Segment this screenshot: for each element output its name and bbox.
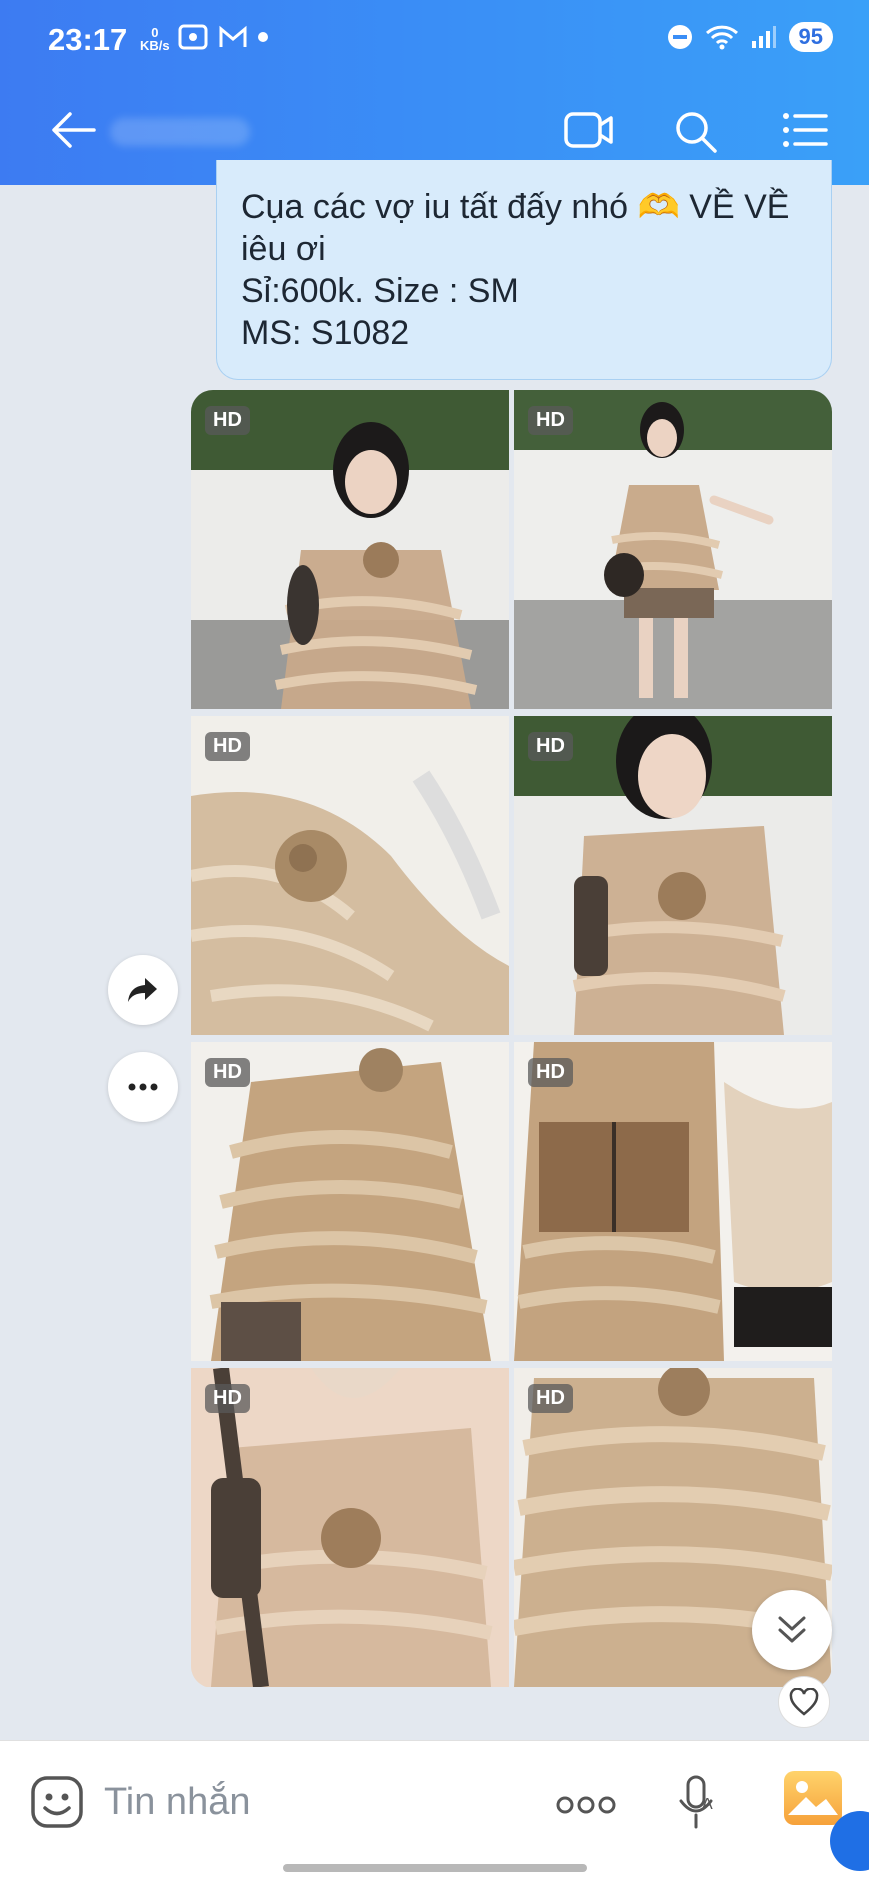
screenshot-icon	[178, 24, 208, 50]
photo-tiered-ruffles	[191, 1042, 509, 1361]
photo-thumbnail[interactable]: HD	[191, 716, 509, 1035]
photo-back-zipper	[514, 1042, 832, 1361]
status-right: 95	[667, 22, 833, 52]
photo-thumbnail[interactable]: HD	[191, 1368, 509, 1687]
hd-badge: HD	[205, 1384, 250, 1413]
message-line: Sỉ:600k. Size : SM	[241, 272, 519, 310]
hd-badge: HD	[528, 1058, 573, 1087]
battery-level: 95	[788, 22, 833, 52]
hd-badge: HD	[528, 406, 573, 435]
net-speed-unit: KB/s	[140, 38, 170, 53]
sticker-icon[interactable]	[30, 1775, 84, 1829]
gmail-icon	[219, 25, 247, 47]
svg-text:A: A	[702, 1796, 713, 1813]
message-line: Cụa các vợ iu tất đấy nhó 🫶 VỀ VỀ	[241, 188, 790, 226]
dnd-icon	[667, 25, 692, 49]
message-line: iêu ơi	[241, 230, 326, 268]
more-actions-icon[interactable]	[556, 1795, 616, 1815]
heart-icon	[789, 1688, 819, 1716]
hd-badge: HD	[528, 732, 573, 761]
more-dots-icon	[128, 1083, 158, 1091]
hd-badge: HD	[205, 732, 250, 761]
message-line: MS: S1082	[241, 314, 410, 352]
gallery-button[interactable]	[784, 1771, 842, 1825]
react-button[interactable]	[778, 1676, 830, 1728]
photo-model-front	[191, 390, 509, 709]
photo-thumbnail[interactable]: HD	[514, 716, 832, 1035]
more-options-button[interactable]	[108, 1052, 178, 1122]
photo-thumbnail[interactable]: HD	[191, 1042, 509, 1361]
photo-album-grid: HD HD HD HD HD HD HD HD	[191, 390, 832, 1688]
photo-neckline-bag	[191, 1368, 509, 1687]
contact-name-blurred[interactable]	[110, 118, 250, 146]
video-call-icon[interactable]	[564, 110, 614, 150]
voice-to-text-icon[interactable]: A	[678, 1775, 722, 1831]
photo-thumbnail[interactable]: HD	[514, 1042, 832, 1361]
search-icon[interactable]	[674, 110, 718, 154]
hd-badge: HD	[205, 406, 250, 435]
more-notifications-dot	[258, 32, 268, 42]
list-menu-icon[interactable]	[782, 110, 828, 150]
photo-model-closeup	[514, 716, 832, 1035]
net-speed: 0 KB/s	[140, 26, 170, 52]
photo-rosette-closeup	[191, 716, 509, 1035]
double-chevron-down-icon	[778, 1616, 806, 1643]
image-gallery-icon	[788, 1781, 838, 1815]
notification-icons	[178, 24, 268, 50]
status-bar: 23:17 0 KB/s 95	[48, 22, 833, 62]
arrow-left-icon[interactable]	[50, 110, 96, 150]
forward-button[interactable]	[108, 955, 178, 1025]
status-time: 23:17	[48, 22, 128, 57]
hd-badge: HD	[205, 1058, 250, 1087]
photo-model-full-body	[514, 390, 832, 709]
header-bar: 23:17 0 KB/s 95	[0, 0, 869, 185]
message-input[interactable]: Tin nhắn	[104, 1781, 250, 1824]
photo-thumbnail[interactable]: HD	[191, 390, 509, 709]
hd-badge: HD	[528, 1384, 573, 1413]
wifi-icon	[705, 25, 738, 50]
forward-arrow-icon	[128, 978, 157, 1002]
home-indicator	[283, 1864, 587, 1872]
message-bubble[interactable]: Cụa các vợ iu tất đấy nhó 🫶 VỀ VỀ iêu ơi…	[216, 160, 832, 380]
photo-thumbnail[interactable]: HD	[514, 390, 832, 709]
scroll-to-bottom-button[interactable]	[752, 1590, 832, 1670]
signal-icon	[751, 26, 776, 48]
